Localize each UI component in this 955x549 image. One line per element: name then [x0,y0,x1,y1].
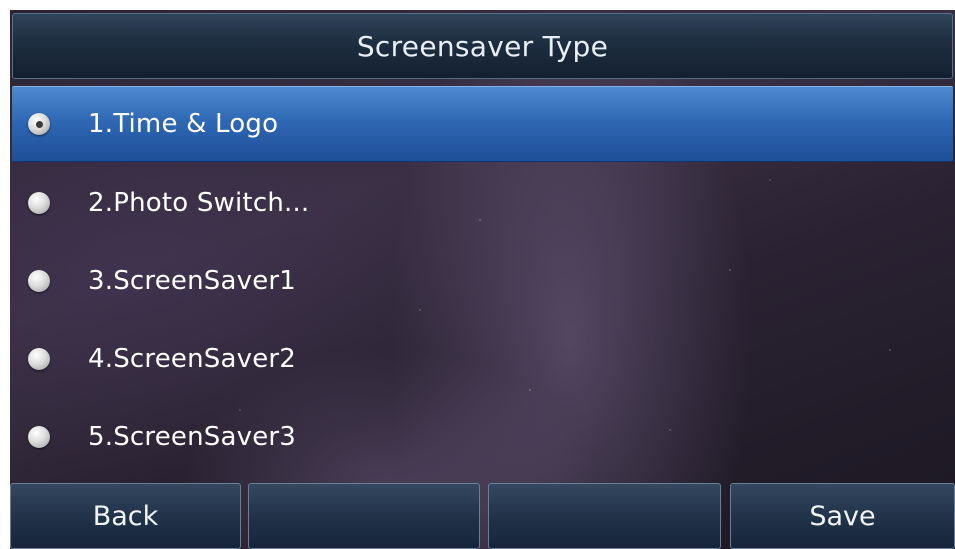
option-label: 5.ScreenSaver3 [88,422,297,452]
option-label: 1.Time & Logo [88,109,279,139]
radio-dot-icon [35,120,43,128]
phone-screen: Screensaver Type 1.Time & Logo 2.Photo S… [10,10,955,549]
softkey-bar: Back Save [10,483,955,549]
option-screensaver2[interactable]: 4.ScreenSaver2 [10,320,955,398]
softkey-2-empty[interactable] [248,483,480,549]
save-button[interactable]: Save [730,483,955,549]
title-bar: Screensaver Type [12,13,953,79]
page-title: Screensaver Type [356,29,609,63]
option-label: 4.ScreenSaver2 [88,344,297,374]
option-photo-switch[interactable]: 2.Photo Switch... [10,164,955,242]
option-screensaver1[interactable]: 3.ScreenSaver1 [10,242,955,320]
option-list: 1.Time & Logo 2.Photo Switch... 3.Screen… [10,86,955,476]
option-screensaver3[interactable]: 5.ScreenSaver3 [10,398,955,476]
radio-unselected-icon[interactable] [28,348,50,370]
radio-unselected-icon[interactable] [28,426,50,448]
softkey-3-empty[interactable] [488,483,721,549]
radio-unselected-icon[interactable] [28,192,50,214]
option-label: 2.Photo Switch... [88,188,310,218]
back-button[interactable]: Back [10,483,241,549]
radio-unselected-icon[interactable] [28,270,50,292]
radio-selected-icon[interactable] [28,113,50,135]
option-time-logo[interactable]: 1.Time & Logo [12,86,953,162]
option-label: 3.ScreenSaver1 [88,266,297,296]
